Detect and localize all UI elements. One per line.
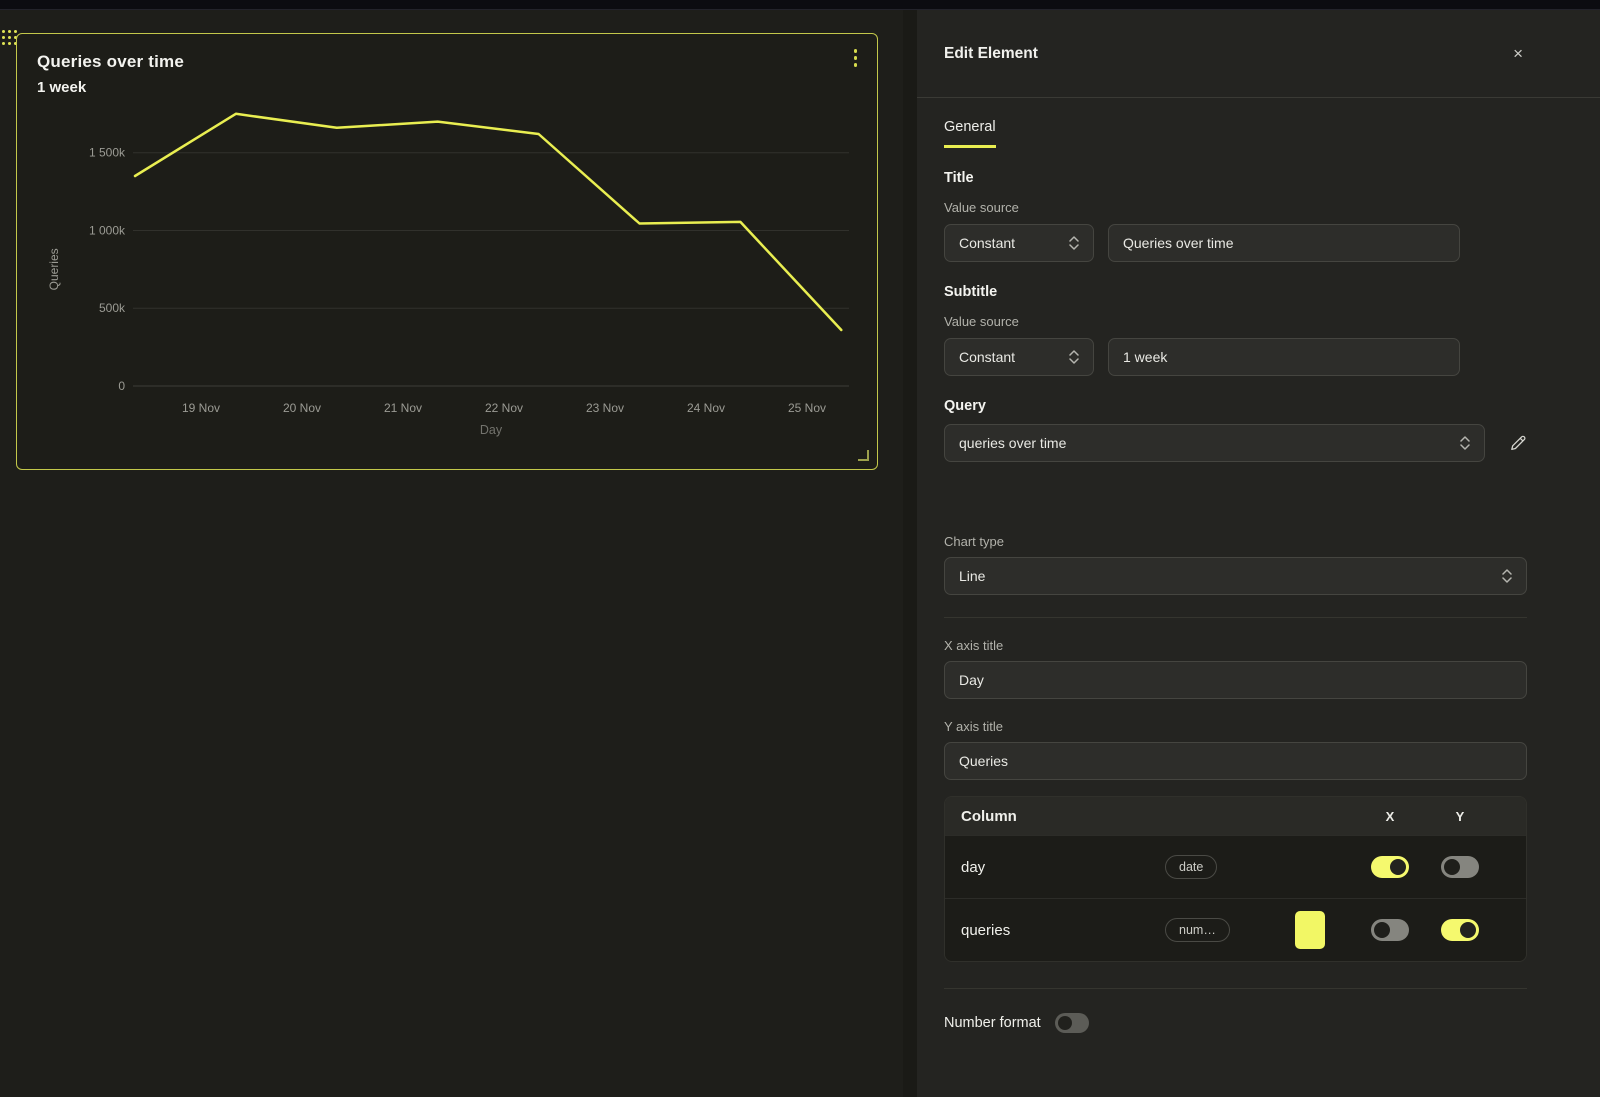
svg-text:22 Nov: 22 Nov	[485, 401, 523, 415]
query-select[interactable]: queries over time	[944, 424, 1485, 462]
subtitle-source-value: Constant	[959, 349, 1015, 365]
chevron-updown-icon	[1502, 568, 1512, 584]
subtitle-section-heading: Subtitle	[944, 284, 1527, 300]
svg-text:23 Nov: 23 Nov	[586, 401, 624, 415]
svg-text:24 Nov: 24 Nov	[687, 401, 725, 415]
svg-text:Queries: Queries	[47, 248, 61, 290]
svg-text:Day: Day	[480, 423, 503, 437]
y-axis-title-label: Y axis title	[944, 719, 1527, 734]
svg-text:19 Nov: 19 Nov	[182, 401, 220, 415]
close-icon[interactable]: ×	[1509, 41, 1527, 66]
y-toggle-day[interactable]	[1441, 856, 1479, 878]
drag-handle-icon[interactable]	[2, 30, 17, 45]
resize-handle-icon[interactable]	[855, 447, 871, 463]
svg-text:500k: 500k	[99, 301, 126, 315]
x-axis-title-label: X axis title	[944, 638, 1527, 653]
line-chart: 0 500k 1 000k 1 500k 19 Nov 20 Nov 21 Nov 22 No…	[17, 34, 877, 469]
subtitle-source-select[interactable]: Constant	[944, 338, 1094, 376]
column-name: day	[945, 859, 1165, 876]
panel-tabs: General	[944, 118, 1527, 148]
title-source-select[interactable]: Constant	[944, 224, 1094, 262]
type-badge: num…	[1165, 918, 1230, 942]
x-toggle-queries[interactable]	[1371, 919, 1409, 941]
chart-type-label: Chart type	[944, 534, 1527, 549]
number-format-toggle[interactable]	[1055, 1013, 1089, 1033]
query-section-heading: Query	[944, 398, 1527, 414]
y-axis-title-input[interactable]: Queries	[944, 742, 1527, 780]
title-source-value: Constant	[959, 235, 1015, 251]
edit-query-pencil-icon[interactable]	[1509, 434, 1527, 452]
edit-element-panel: Edit Element × General Title Value sourc…	[903, 10, 1600, 1097]
query-select-value: queries over time	[959, 435, 1066, 451]
svg-text:25 Nov: 25 Nov	[788, 401, 826, 415]
columns-table: Column X Y day date queries num…	[944, 796, 1527, 962]
table-row-queries: queries num…	[945, 898, 1526, 961]
x-header: X	[1355, 809, 1425, 824]
section-divider	[944, 617, 1527, 618]
section-divider	[944, 988, 1527, 989]
chevron-updown-icon	[1069, 349, 1079, 365]
title-value-source-label: Value source	[944, 200, 1527, 215]
series-color-swatch[interactable]	[1295, 911, 1325, 949]
tab-general[interactable]: General	[944, 119, 996, 148]
chart-card[interactable]: Queries over time 1 week 0500k1 000k1 50…	[16, 33, 878, 470]
svg-text:1 500k: 1 500k	[89, 146, 126, 160]
x-toggle-day[interactable]	[1371, 856, 1409, 878]
column-header: Column	[945, 808, 1165, 825]
column-name: queries	[945, 922, 1165, 939]
number-format-label: Number format	[944, 1015, 1041, 1031]
panel-header: Edit Element ×	[917, 10, 1600, 98]
svg-text:1 000k: 1 000k	[89, 224, 126, 238]
svg-text:21 Nov: 21 Nov	[384, 401, 422, 415]
y-header: Y	[1425, 809, 1495, 824]
x-axis-title-input[interactable]: Day	[944, 661, 1527, 699]
y-toggle-queries[interactable]	[1441, 919, 1479, 941]
chevron-updown-icon	[1069, 235, 1079, 251]
top-bar	[0, 0, 1600, 10]
columns-table-header: Column X Y	[945, 797, 1526, 835]
title-section-heading: Title	[944, 170, 1527, 186]
panel-title: Edit Element	[944, 45, 1038, 63]
dashboard-canvas: Queries over time 1 week 0500k1 000k1 50…	[0, 10, 903, 1097]
subtitle-text-input[interactable]: 1 week	[1108, 338, 1460, 376]
svg-text:0: 0	[118, 379, 125, 393]
subtitle-value-source-label: Value source	[944, 314, 1527, 329]
title-text-input[interactable]: Queries over time	[1108, 224, 1460, 262]
type-badge: date	[1165, 855, 1217, 879]
table-row-day: day date	[945, 835, 1526, 898]
svg-text:20 Nov: 20 Nov	[283, 401, 321, 415]
chevron-updown-icon	[1460, 435, 1470, 451]
chart-type-value: Line	[959, 568, 985, 584]
chart-type-select[interactable]: Line	[944, 557, 1527, 595]
